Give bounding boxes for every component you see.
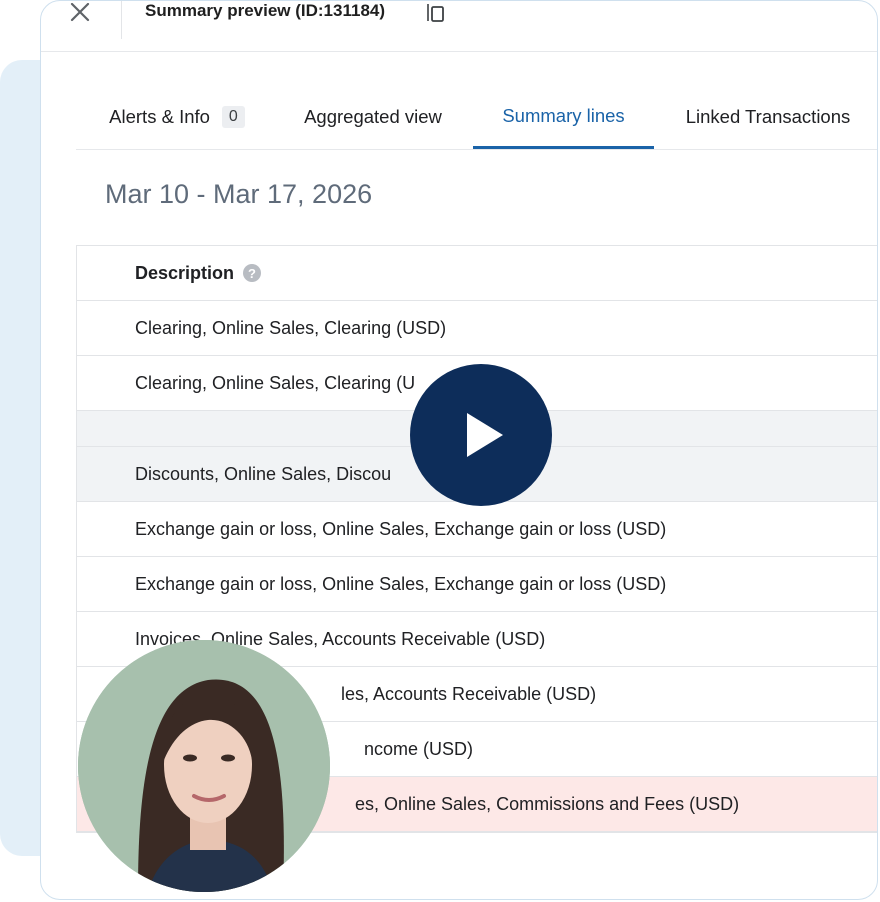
tab-alerts-info[interactable]: Alerts & Info 0	[98, 85, 256, 149]
presenter-portrait-icon	[78, 640, 330, 892]
row-description: Exchange gain or loss, Online Sales, Exc…	[135, 518, 667, 539]
row-description: Invoices, Online Sales, Accounts Receiva…	[135, 628, 546, 649]
table-header-row: Description?	[77, 246, 877, 301]
play-icon	[467, 413, 503, 457]
row-description: Exchange gain or loss, Online Sales, Exc…	[135, 573, 667, 594]
tab-summary-lines[interactable]: Summary lines	[473, 85, 654, 149]
tab-bar: Alerts & Info 0 Aggregated view Summary …	[76, 85, 877, 150]
dialog-title: Summary preview (ID:131184)	[145, 1, 386, 20]
dialog-header: Summary preview (ID:131184)	[41, 1, 877, 52]
tab-label: Linked Transactions	[685, 106, 851, 127]
header-divider	[121, 1, 122, 39]
table-row[interactable]: Clearing, Online Sales, Clearing (USD)	[77, 301, 877, 356]
row-description: Clearing, Online Sales, Clearing (U	[135, 372, 416, 393]
table-row[interactable]: Exchange gain or loss, Online Sales, Exc…	[77, 502, 877, 557]
table-row[interactable]: Exchange gain or loss, Online Sales, Exc…	[77, 557, 877, 612]
date-range: Mar 10 - Mar 17, 2026	[105, 179, 373, 209]
video-play-button[interactable]	[410, 364, 552, 506]
close-button[interactable]	[65, 1, 95, 27]
row-description: Clearing, Online Sales, Clearing (USD)	[135, 317, 447, 338]
tab-linked-transactions[interactable]: Linked Transactions	[675, 85, 861, 149]
copy-icon[interactable]	[427, 3, 445, 23]
presenter-avatar	[78, 640, 330, 892]
alerts-count-badge: 0	[221, 106, 245, 128]
column-header-description: Description?	[77, 263, 262, 284]
tab-aggregated-view[interactable]: Aggregated view	[296, 85, 450, 149]
tab-label: Summary lines	[502, 104, 625, 126]
help-icon[interactable]: ?	[243, 264, 262, 282]
tab-label: Alerts & Info	[109, 106, 210, 127]
row-description: Discounts, Online Sales, Discou	[135, 463, 392, 484]
tab-label: Aggregated view	[304, 106, 442, 127]
close-icon	[70, 3, 90, 22]
